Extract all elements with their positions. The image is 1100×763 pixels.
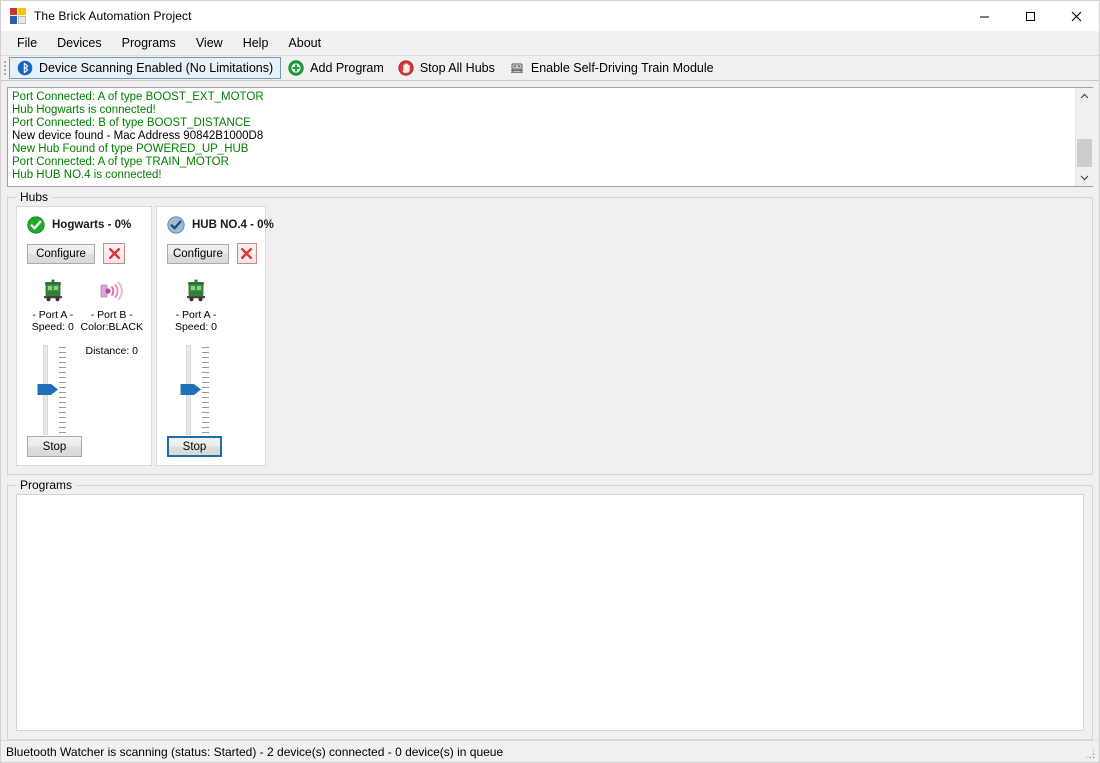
slider-ticks <box>59 347 66 433</box>
bluetooth-icon <box>17 60 33 76</box>
train-module-icon <box>509 60 525 76</box>
port-a-label: - Port A - <box>32 309 73 321</box>
menu-item-help[interactable]: Help <box>233 33 279 53</box>
toolbar-button-device-scanning-label: Device Scanning Enabled (No Limitations) <box>39 61 273 75</box>
log-line: New device found - Mac Address 90842B100… <box>12 130 1071 143</box>
hub-name-label: Hogwarts - 0% <box>52 219 131 231</box>
hub-stop-button[interactable]: Stop <box>27 436 82 457</box>
hub-header: HUB NO.4 - 0% <box>165 215 257 235</box>
application-window: The Brick Automation Project File Device… <box>0 0 1100 763</box>
check-circle-blue-icon <box>167 216 185 234</box>
status-bar: Bluetooth Watcher is scanning (status: S… <box>1 740 1099 762</box>
log-line: Port Connected: B of type BOOST_DISTANCE <box>12 117 1071 130</box>
minimize-button[interactable] <box>961 1 1007 31</box>
close-button[interactable] <box>1053 1 1099 31</box>
toolbar-button-stop-all-hubs-label: Stop All Hubs <box>420 61 495 75</box>
hub-name-label: HUB NO.4 - 0% <box>192 219 274 231</box>
app-grid-icon <box>10 8 26 24</box>
menu-item-file[interactable]: File <box>7 33 47 53</box>
hub-card-hub-no-4[interactable]: HUB NO.4 - 0% Configure <box>156 206 266 466</box>
log-output-panel[interactable]: Port Connected: A of type BOOST_EXT_MOTO… <box>7 87 1093 187</box>
port-a-speed: Speed: 0 <box>32 321 74 333</box>
toolbar-button-add-program[interactable]: Add Program <box>281 57 391 79</box>
toolbar-button-device-scanning[interactable]: Device Scanning Enabled (No Limitations) <box>9 57 281 79</box>
hub-card-hogwarts[interactable]: Hogwarts - 0% Configure <box>16 206 152 466</box>
slider-thumb[interactable] <box>180 383 202 396</box>
menu-item-about[interactable]: About <box>278 33 331 53</box>
hubs-group-title: Hubs <box>16 190 52 204</box>
log-scrollbar[interactable] <box>1075 88 1092 186</box>
stop-hand-icon <box>398 60 414 76</box>
maximize-button[interactable] <box>1007 1 1053 31</box>
port-a-label: - Port A - <box>176 309 217 321</box>
hub-ports: - Port A - Speed: 0 <box>25 276 143 435</box>
scroll-up-icon[interactable] <box>1076 88 1093 105</box>
slider-ticks <box>202 347 209 433</box>
hubs-group-box: Hubs Hogwarts - 0% Configure <box>7 197 1093 475</box>
configure-button[interactable]: Configure <box>27 244 95 264</box>
menu-item-view[interactable]: View <box>186 33 233 53</box>
log-line: Hub HUB NO.4 is connected! <box>12 169 1071 182</box>
remove-hub-button[interactable] <box>103 243 125 264</box>
configure-button[interactable]: Configure <box>167 244 229 264</box>
hub-actions: Configure <box>165 243 257 264</box>
close-x-icon <box>240 247 253 260</box>
slider-thumb[interactable] <box>37 383 59 396</box>
hub-actions: Configure <box>25 243 143 264</box>
check-circle-green-icon <box>27 216 45 234</box>
status-bar-text: Bluetooth Watcher is scanning (status: S… <box>6 745 503 759</box>
log-lines: Port Connected: A of type BOOST_EXT_MOTO… <box>8 88 1075 186</box>
hub-header: Hogwarts - 0% <box>25 215 143 235</box>
programs-group-box: Programs <box>7 485 1093 740</box>
toolbar-button-self-driving-train-label: Enable Self-Driving Train Module <box>531 61 714 75</box>
port-column-a: - Port A - Speed: 0 <box>25 276 81 435</box>
log-scrollbar-thumb[interactable] <box>1077 139 1092 167</box>
distance-sensor-icon <box>97 276 127 306</box>
port-b-label: - Port B - <box>91 309 133 321</box>
port-a-speed: Speed: 0 <box>175 321 217 333</box>
log-line: Port Connected: A of type BOOST_EXT_MOTO… <box>12 91 1071 104</box>
remove-hub-button[interactable] <box>237 243 257 264</box>
programs-list[interactable] <box>16 494 1084 731</box>
toolbar-grip[interactable] <box>1 56 9 80</box>
resize-grip-icon[interactable] <box>1084 748 1096 760</box>
log-scrollbar-track[interactable] <box>1076 105 1093 169</box>
port-column-b: - Port B - Color:BLACK Distance: 0 <box>81 276 143 435</box>
port-b-color: Color:BLACK <box>81 321 143 333</box>
port-b-distance: Distance: 0 <box>86 345 139 357</box>
toolbar-button-stop-all-hubs[interactable]: Stop All Hubs <box>391 57 502 79</box>
scroll-down-icon[interactable] <box>1076 169 1093 186</box>
hub-ports: - Port A - Speed: 0 <box>165 276 257 435</box>
menu-item-devices[interactable]: Devices <box>47 33 111 53</box>
toolbar-button-self-driving-train[interactable]: Enable Self-Driving Train Module <box>502 57 721 79</box>
menu-item-programs[interactable]: Programs <box>112 33 186 53</box>
port-a-speed-slider[interactable] <box>36 345 70 435</box>
log-line: Hub Hogwarts is connected! <box>12 104 1071 117</box>
hub-stop-button[interactable]: Stop <box>167 436 222 457</box>
title-bar: The Brick Automation Project <box>1 1 1099 31</box>
programs-group-title: Programs <box>16 478 76 492</box>
train-motor-icon <box>183 276 209 306</box>
hubs-container: Hogwarts - 0% Configure <box>8 198 1092 474</box>
port-a-speed-slider[interactable] <box>179 345 213 435</box>
window-title: The Brick Automation Project <box>34 9 192 23</box>
toolbar-button-add-program-label: Add Program <box>310 61 384 75</box>
window-controls <box>961 1 1099 31</box>
add-circle-icon <box>288 60 304 76</box>
port-column-a: - Port A - Speed: 0 <box>165 276 227 435</box>
log-line: New Hub Found of type POWERED_UP_HUB <box>12 143 1071 156</box>
log-line: Port Connected: A of type TRAIN_MOTOR <box>12 156 1071 169</box>
train-motor-icon <box>40 276 66 306</box>
menu-bar: File Devices Programs View Help About <box>1 31 1099 55</box>
close-x-icon <box>108 247 121 260</box>
toolbar: Device Scanning Enabled (No Limitations)… <box>1 55 1099 81</box>
